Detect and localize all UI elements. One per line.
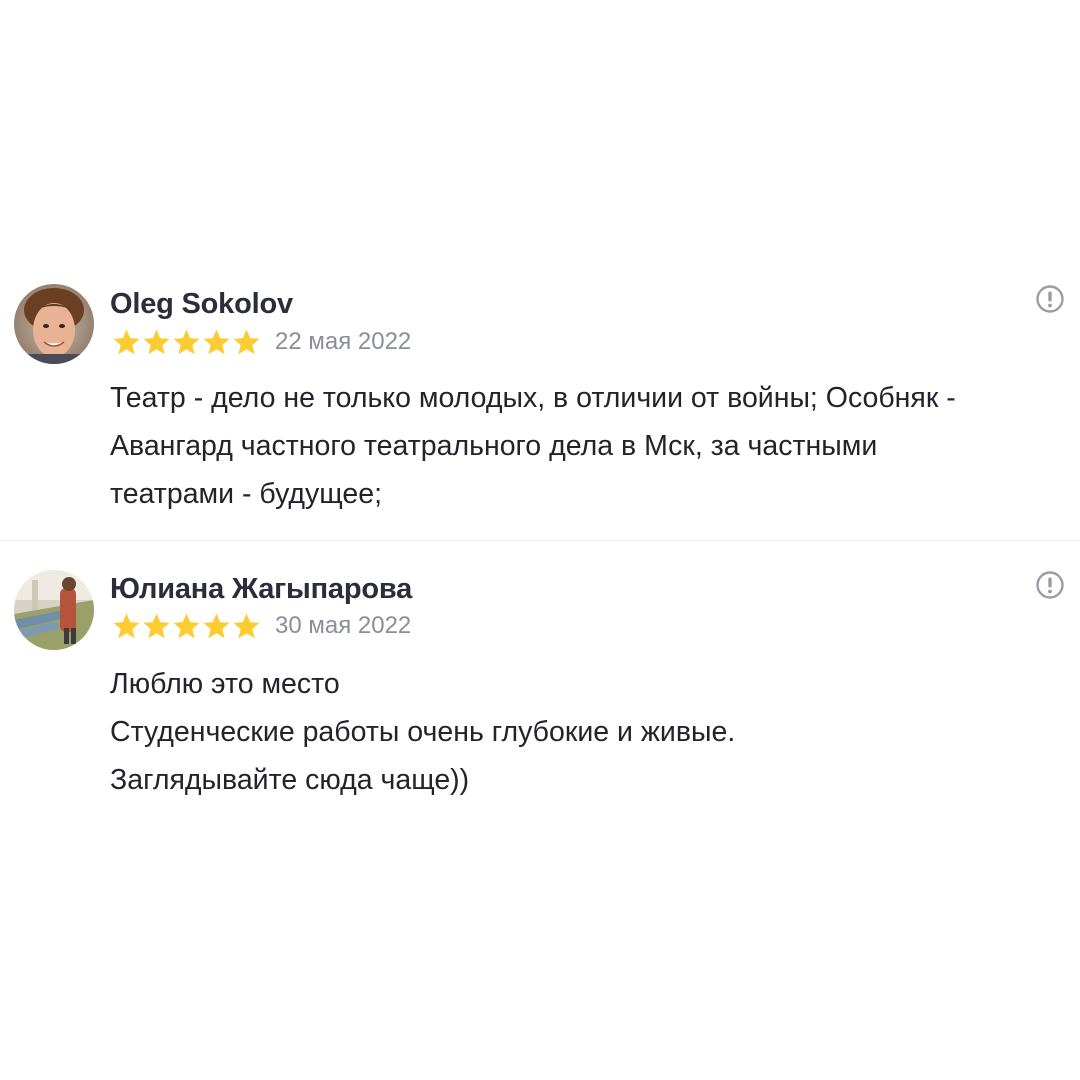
- rating-row: 30 мая 2022: [112, 611, 411, 641]
- review-text: Театр - дело не только молодых, в отличи…: [110, 374, 1060, 518]
- star-icon: [143, 613, 170, 639]
- report-button[interactable]: [1035, 570, 1065, 600]
- review-card: Oleg Sokolov 22 мая 2022 Театр - дело не…: [0, 282, 1080, 540]
- review-text-line: Авангард частного театрального дела в Мс…: [110, 430, 878, 462]
- avatar[interactable]: [14, 284, 94, 364]
- review-date: 30 мая 2022: [275, 612, 412, 639]
- review-date: 22 мая 2022: [275, 328, 412, 355]
- star-rating: [112, 328, 261, 356]
- review-text-line: Люблю это место: [110, 668, 340, 700]
- report-button[interactable]: [1035, 284, 1065, 314]
- exclamation-circle-icon: [1036, 571, 1064, 599]
- star-icon: [233, 613, 260, 639]
- review-card: Юлиана Жагыпарова 30 мая 2022 Люблю это …: [0, 540, 1080, 840]
- author-name[interactable]: Oleg Sokolov: [110, 288, 293, 321]
- review-text: Люблю это место Студенческие работы очен…: [110, 660, 1060, 804]
- star-icon: [143, 329, 170, 355]
- star-icon: [173, 329, 200, 355]
- review-text-line: Студенческие работы очень глубокие и жив…: [110, 716, 736, 748]
- review-text-line: театрами - будущее;: [110, 478, 383, 510]
- star-icon: [113, 329, 140, 355]
- author-name[interactable]: Юлиана Жагыпарова: [110, 573, 412, 606]
- exclamation-circle-icon: [1036, 285, 1064, 313]
- star-icon: [203, 613, 230, 639]
- star-icon: [113, 613, 140, 639]
- review-text-line: Заглядывайте сюда чаще)): [110, 764, 470, 796]
- review-text-line: Театр - дело не только молодых, в отличи…: [110, 382, 956, 414]
- star-icon: [203, 329, 230, 355]
- avatar[interactable]: [14, 570, 94, 650]
- rating-row: 22 мая 2022: [112, 327, 411, 357]
- star-rating: [112, 612, 261, 640]
- star-icon: [233, 329, 260, 355]
- star-icon: [173, 613, 200, 639]
